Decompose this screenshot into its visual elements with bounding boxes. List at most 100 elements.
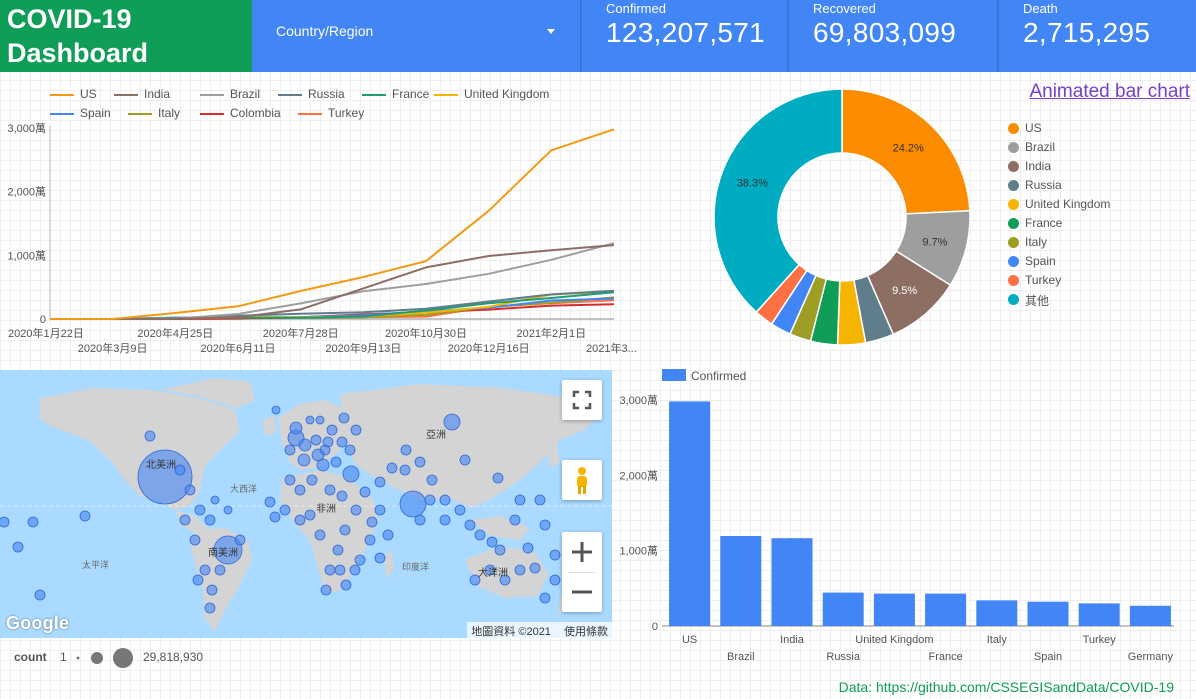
case-bubble[interactable]	[271, 405, 281, 415]
case-bubble[interactable]	[374, 504, 386, 516]
case-bubble[interactable]	[179, 514, 191, 526]
case-bubble[interactable]	[336, 490, 348, 502]
case-bubble[interactable]	[189, 534, 201, 546]
case-bubble[interactable]	[386, 462, 398, 474]
case-bubble[interactable]	[199, 564, 211, 576]
case-bubble[interactable]	[359, 486, 371, 498]
bar-turkey[interactable]	[1078, 603, 1120, 626]
case-bubble[interactable]	[529, 562, 541, 574]
case-bubble[interactable]	[294, 484, 306, 496]
case-bubble[interactable]	[284, 474, 296, 486]
case-bubble[interactable]	[12, 541, 24, 553]
case-bubble[interactable]	[539, 519, 551, 531]
case-bubble[interactable]	[297, 453, 311, 467]
case-bubble[interactable]	[144, 430, 156, 442]
case-bubble[interactable]	[206, 584, 218, 596]
case-bubble[interactable]	[549, 549, 561, 561]
case-bubble[interactable]	[334, 564, 346, 576]
case-bubble[interactable]	[338, 412, 350, 424]
case-bubble[interactable]	[350, 504, 362, 516]
case-bubble[interactable]	[27, 516, 39, 528]
case-bubble[interactable]	[424, 494, 436, 506]
case-bubble[interactable]	[79, 510, 91, 522]
case-bubble[interactable]	[322, 436, 334, 448]
case-bubble[interactable]	[305, 415, 315, 425]
case-bubble[interactable]	[339, 524, 351, 536]
bar-brazil[interactable]	[720, 536, 762, 626]
case-bubble[interactable]	[289, 421, 303, 435]
case-bubble[interactable]	[354, 554, 366, 566]
case-bubble[interactable]	[326, 424, 338, 436]
map-canvas[interactable]	[0, 370, 612, 638]
case-bubble[interactable]	[349, 564, 361, 576]
case-bubble[interactable]	[522, 542, 534, 554]
case-bubble[interactable]	[509, 514, 521, 526]
case-bubble[interactable]	[366, 516, 378, 528]
bar-india[interactable]	[771, 538, 813, 626]
case-bubble[interactable]	[400, 444, 412, 456]
case-bubble[interactable]	[311, 448, 325, 462]
case-bubble[interactable]	[454, 504, 466, 516]
case-bubble[interactable]	[174, 464, 186, 476]
case-bubble[interactable]	[439, 494, 451, 506]
terms-of-use-link[interactable]: 使用條款	[564, 626, 608, 638]
case-bubble[interactable]	[336, 436, 348, 448]
case-bubble[interactable]	[214, 564, 226, 576]
fullscreen-button[interactable]	[562, 380, 602, 420]
bar-germany[interactable]	[1129, 605, 1171, 626]
case-bubble[interactable]	[459, 454, 471, 466]
case-bubble[interactable]	[342, 465, 360, 483]
case-bubble[interactable]	[223, 505, 233, 515]
case-bubble[interactable]	[399, 464, 411, 476]
case-bubble[interactable]	[486, 536, 498, 548]
case-bubble[interactable]	[204, 514, 216, 526]
bar-russia[interactable]	[822, 592, 864, 626]
world-bubble-map[interactable]: 北美洲 南美洲 非洲 亞洲 大洋洲 大西洋 太平洋 印度洋 Google 地圖資…	[0, 370, 612, 638]
case-bubble[interactable]	[264, 496, 276, 508]
case-bubble[interactable]	[340, 579, 352, 591]
case-bubble[interactable]	[306, 474, 318, 486]
zoom-in-button[interactable]	[562, 532, 602, 572]
case-bubble[interactable]	[314, 529, 326, 541]
case-bubble[interactable]	[414, 514, 426, 526]
case-bubble[interactable]	[494, 544, 506, 556]
bar-france[interactable]	[925, 593, 967, 626]
case-bubble[interactable]	[364, 534, 376, 546]
zoom-out-button[interactable]	[562, 572, 602, 612]
bar-italy[interactable]	[976, 600, 1018, 626]
case-bubble[interactable]	[330, 456, 342, 468]
case-bubble[interactable]	[464, 519, 476, 531]
case-bubble[interactable]	[310, 434, 322, 446]
case-bubble[interactable]	[492, 472, 504, 484]
case-bubble[interactable]	[204, 602, 216, 614]
case-bubble[interactable]	[315, 415, 325, 425]
case-bubble[interactable]	[294, 514, 306, 526]
street-view-button[interactable]	[562, 460, 602, 500]
bar-united-kingdom[interactable]	[873, 593, 915, 626]
case-bubble[interactable]	[414, 456, 426, 468]
case-bubble[interactable]	[0, 516, 10, 528]
bar-us[interactable]	[669, 401, 711, 626]
case-bubble[interactable]	[534, 494, 546, 506]
country-region-filter[interactable]: Country/Region	[254, 0, 578, 72]
case-bubble[interactable]	[514, 494, 526, 506]
case-bubble[interactable]	[426, 474, 438, 486]
case-bubble[interactable]	[549, 574, 561, 586]
case-bubble[interactable]	[269, 511, 281, 523]
case-bubble[interactable]	[332, 544, 344, 556]
case-bubble[interactable]	[192, 574, 204, 586]
case-bubble[interactable]	[539, 592, 551, 604]
case-bubble[interactable]	[374, 476, 386, 488]
case-bubble[interactable]	[298, 438, 312, 452]
case-bubble[interactable]	[284, 444, 296, 456]
case-bubble[interactable]	[210, 495, 220, 505]
case-bubble[interactable]	[399, 490, 427, 518]
case-bubble[interactable]	[382, 529, 394, 541]
bar-spain[interactable]	[1027, 601, 1069, 626]
case-bubble[interactable]	[279, 504, 291, 516]
case-bubble[interactable]	[474, 529, 486, 541]
case-bubble[interactable]	[514, 564, 526, 576]
case-bubble[interactable]	[344, 444, 356, 456]
case-bubble[interactable]	[350, 424, 362, 436]
case-bubble[interactable]	[324, 484, 336, 496]
